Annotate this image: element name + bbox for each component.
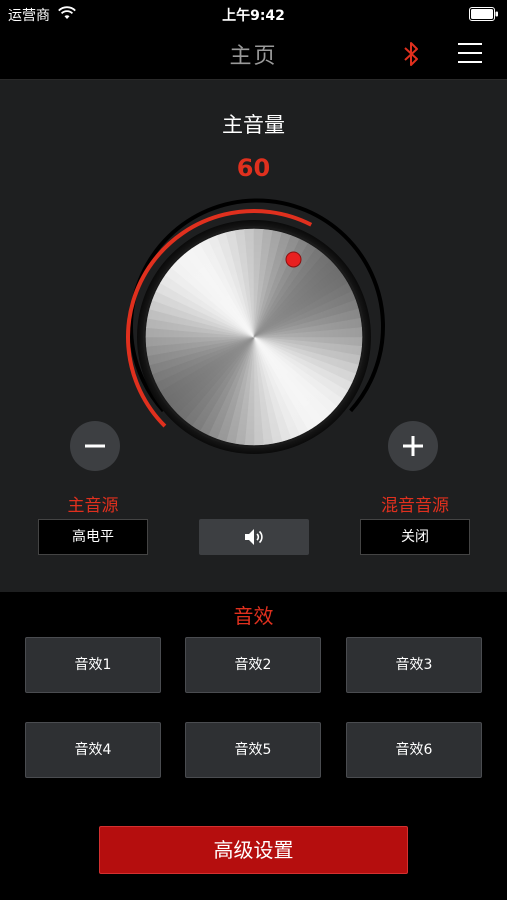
main-source-label: 主音源 [67,496,119,516]
plus-icon [403,436,423,456]
master-volume-value: 60 [236,154,271,182]
knob-indicator-dot [285,251,302,268]
effects-title: 音效 [233,604,274,628]
volume-down-button[interactable] [70,421,120,471]
minus-icon [85,444,105,448]
effect-button-3[interactable]: 音效3 [346,637,482,693]
mix-source-label: 混音音源 [381,496,449,516]
speaker-icon [245,529,263,545]
volume-up-button[interactable] [388,421,438,471]
volume-panel: 主音量 60 主音源 混音音源 高电平 关闭 [0,80,507,592]
mute-button[interactable] [199,519,309,555]
volume-knob[interactable] [115,198,393,476]
effect-button-4[interactable]: 音效4 [25,722,161,778]
nav-bar: 主页 [0,28,507,80]
main-source-selector[interactable]: 高电平 [38,519,148,555]
status-time: 上午9:42 [222,8,285,24]
master-volume-label: 主音量 [222,113,285,137]
effect-button-5[interactable]: 音效5 [185,722,321,778]
battery-icon [469,7,498,21]
page-title: 主页 [229,44,278,69]
status-bar: 运营商 上午9:42 [0,0,507,28]
hamburger-menu-icon[interactable] [458,42,482,64]
effect-button-1[interactable]: 音效1 [25,637,161,693]
effect-button-2[interactable]: 音效2 [185,637,321,693]
effect-button-6[interactable]: 音效6 [346,722,482,778]
bluetooth-icon[interactable] [400,40,422,68]
advanced-settings-button[interactable]: 高级设置 [99,826,408,874]
mix-source-selector[interactable]: 关闭 [360,519,470,555]
